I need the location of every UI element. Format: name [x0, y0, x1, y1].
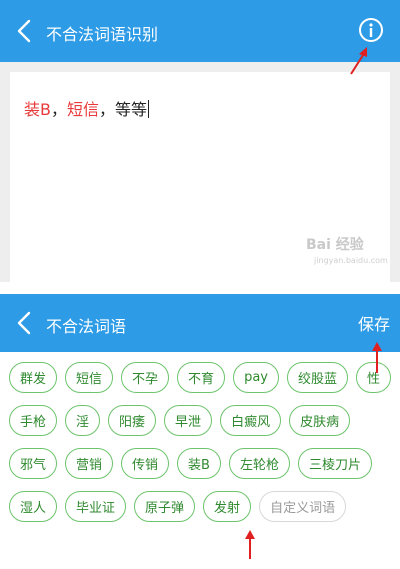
- word-chip[interactable]: 三棱刀片: [297, 448, 372, 479]
- word-chip[interactable]: 原子弹: [134, 491, 196, 522]
- word-chip[interactable]: 湿人: [9, 491, 58, 522]
- annotation-arrow-icon: [372, 342, 382, 373]
- word-chip[interactable]: 营销: [65, 448, 114, 479]
- word-chip[interactable]: 阳痿: [108, 405, 157, 436]
- chevron-left-icon: [17, 311, 31, 335]
- word-chip[interactable]: 不育: [177, 362, 226, 393]
- watermark-url: jingyan.baidu.com: [314, 256, 388, 265]
- separator: ，: [50, 100, 67, 119]
- word-chip[interactable]: 发射: [203, 491, 252, 522]
- page-title: 不合法词语: [46, 317, 127, 336]
- info-button[interactable]: [358, 17, 384, 43]
- top-app-bar: 不合法词语识别: [0, 0, 400, 62]
- word-chip[interactable]: 邪气: [9, 448, 58, 479]
- annotation-arrow-icon: [350, 47, 367, 75]
- watermark: Bai 经验: [306, 237, 364, 253]
- word-chip[interactable]: 手枪: [9, 405, 58, 436]
- word-chip[interactable]: 毕业证: [65, 491, 127, 522]
- custom-word-input[interactable]: 自定义词语: [259, 491, 347, 522]
- back-button[interactable]: [14, 310, 34, 336]
- word-chip[interactable]: 不孕: [121, 362, 170, 393]
- word-chip[interactable]: 绞股蓝: [286, 362, 348, 393]
- page-title: 不合法词语识别: [46, 25, 159, 44]
- word-chip[interactable]: 左轮枪: [228, 448, 290, 479]
- save-button[interactable]: 保存: [358, 311, 390, 335]
- keyword-highlight: 短信: [67, 100, 100, 119]
- word-chip[interactable]: 早泄: [164, 405, 213, 436]
- bottom-app-bar: 不合法词语 保存: [0, 294, 400, 352]
- annotation-arrow-icon: [245, 530, 255, 559]
- plain-text: 等等: [115, 100, 148, 119]
- info-icon: [359, 18, 383, 42]
- text-caret: [148, 100, 150, 118]
- screen-gap: [0, 282, 400, 294]
- word-chip[interactable]: 白癜风: [220, 405, 282, 436]
- word-chip[interactable]: 群发: [9, 362, 58, 393]
- word-chip[interactable]: pay: [233, 362, 279, 393]
- chevron-left-icon: [17, 19, 31, 43]
- separator: ，: [99, 100, 116, 119]
- word-chip-list: 群发 短信 不孕 不育 pay 绞股蓝性手枪淫阳痿 早泄 白癜风 皮肤病 邪气 营销 传销 装B 左轮枪三…: [9, 362, 395, 522]
- word-chip[interactable]: 传销: [121, 448, 170, 479]
- word-chip[interactable]: 淫: [65, 405, 101, 436]
- keyword-highlight: 装B: [24, 100, 51, 119]
- word-chip[interactable]: 短信: [65, 362, 114, 393]
- word-chip[interactable]: 皮肤病: [289, 405, 351, 436]
- word-chip[interactable]: 装B: [177, 448, 221, 479]
- back-button[interactable]: [14, 18, 34, 44]
